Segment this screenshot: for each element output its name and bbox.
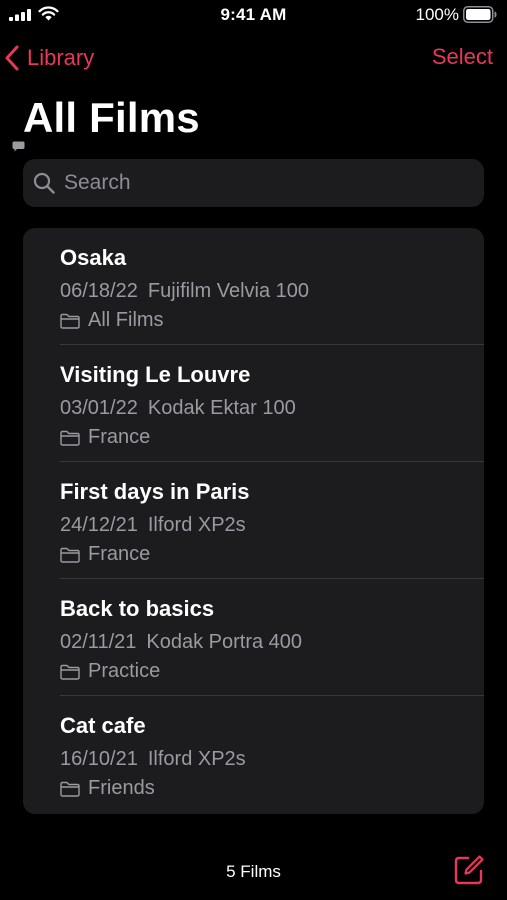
film-count: 5 Films [226,862,281,881]
folder-icon [60,430,80,446]
film-date: 03/01/22 [60,397,138,419]
list-item[interactable]: Back to basics 02/11/21 Kodak Portra 400 … [23,579,484,696]
list-item[interactable]: First days in Paris 24/12/21 Ilford XP2s … [23,462,484,579]
film-folder: All Films [60,309,164,332]
battery-percent: 100% [415,5,459,24]
film-date: 24/12/21 [60,514,138,536]
film-stock: Fujifilm Velvia 100 [147,280,310,302]
comment-icon [12,141,25,152]
film-date: 16/10/21 [60,748,138,770]
folder-icon [60,781,80,797]
chevron-left-icon [5,45,19,71]
film-list: Osaka 06/18/22 Fujifilm Velvia 100 All Fi… [23,228,484,814]
film-title: Cat cafe [60,713,146,738]
search-input[interactable] [64,171,444,195]
compose-icon[interactable] [453,854,485,886]
battery-icon [463,6,497,23]
film-title: Osaka [60,245,127,270]
folder-icon [60,664,80,680]
list-item[interactable]: Visiting Le Louvre 03/01/22 Kodak Ektar 1… [23,345,484,462]
page-title: All Films [23,94,200,141]
select-button[interactable]: Select [432,44,493,70]
back-button[interactable]: Library [5,42,94,74]
film-folder: France [60,426,150,449]
film-meta: 03/01/22 Kodak Ektar 100 [60,397,296,420]
status-bar: 9:41 AM 100% [0,0,507,30]
folder-name: France [88,426,151,448]
film-stock: Kodak Portra 400 [146,631,303,653]
search-icon [33,172,55,194]
film-meta: 02/11/21 Kodak Portra 400 [60,631,302,654]
folder-name: Practice [88,660,161,682]
film-folder: France [60,543,150,566]
film-stock: Ilford XP2s [147,748,246,770]
film-meta: 24/12/21 Ilford XP2s [60,514,246,537]
film-stock: Ilford XP2s [147,514,246,536]
folder-name: Friends [88,777,155,799]
film-date: 02/11/21 [60,631,137,653]
film-meta: 06/18/22 Fujifilm Velvia 100 [60,280,309,303]
back-button-label: Library [27,45,95,70]
film-title: First days in Paris [60,479,250,504]
list-item[interactable]: Cat cafe 16/10/21 Ilford XP2s Friends [23,696,484,813]
folder-name: All Films [88,309,164,331]
folder-name: France [88,543,151,565]
film-meta: 16/10/21 Ilford XP2s [60,748,246,771]
film-date: 06/18/22 [60,280,138,302]
film-stock: Kodak Ektar 100 [147,397,296,419]
film-title: Visiting Le Louvre [60,362,251,387]
list-item[interactable]: Osaka 06/18/22 Fujifilm Velvia 100 All Fi… [23,228,484,345]
film-folder: Friends [60,777,155,800]
folder-icon [60,547,80,563]
search-bar[interactable] [23,159,484,207]
folder-icon [60,313,80,329]
film-folder: Practice [60,660,160,683]
film-title: Back to basics [60,596,215,621]
